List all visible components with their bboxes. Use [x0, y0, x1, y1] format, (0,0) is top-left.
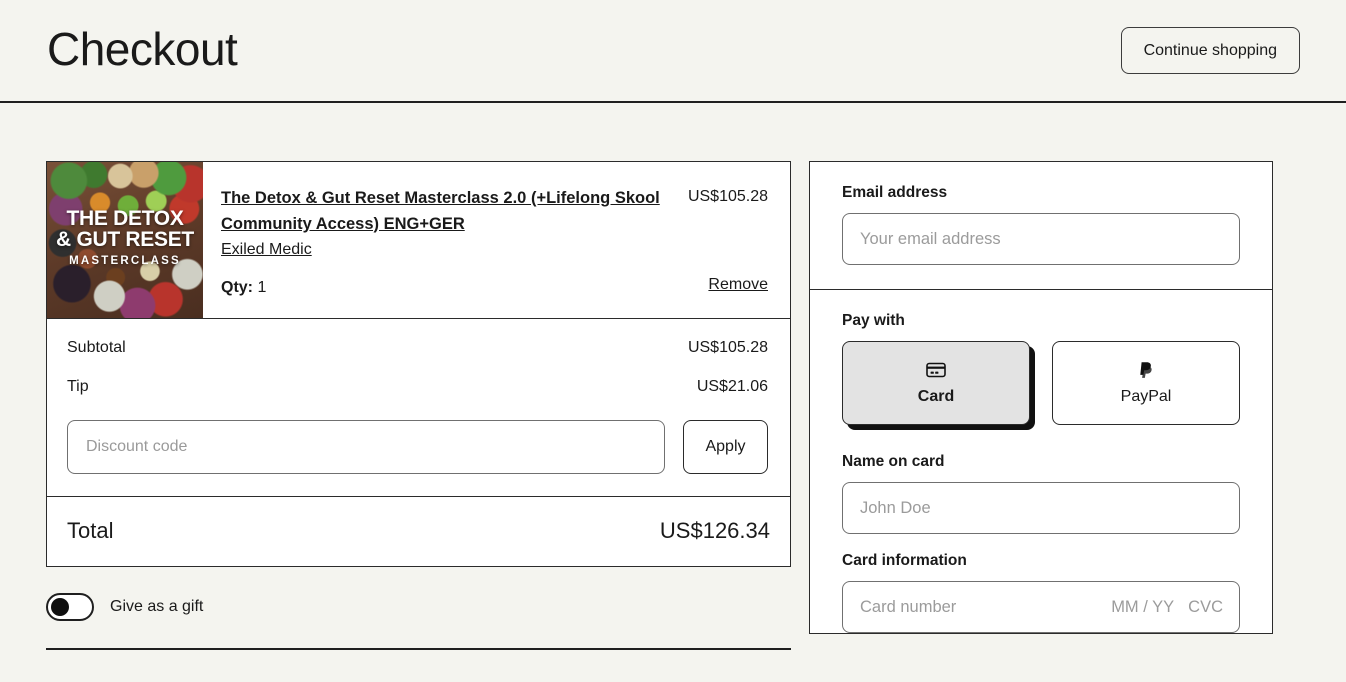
total-label: Total	[67, 518, 113, 544]
card-information-label: Card information	[842, 552, 1240, 570]
product-price: US$105.28	[688, 188, 768, 206]
email-section: Email address	[810, 162, 1272, 289]
product-thumbnail-text: THE DETOX & GUT RESET MASTERCLASS	[47, 208, 203, 268]
payment-method-paypal[interactable]: PayPal	[1052, 341, 1240, 425]
product-title-link[interactable]: The Detox & Gut Reset Masterclass 2.0 (+…	[221, 186, 661, 237]
email-input[interactable]	[842, 213, 1240, 265]
order-summary-column: THE DETOX & GUT RESET MASTERCLASS The De…	[0, 161, 791, 650]
payment-method-card-label: Card	[918, 388, 954, 406]
tip-value: US$21.06	[697, 378, 768, 396]
pay-with-label: Pay with	[842, 312, 1240, 330]
paypal-icon	[1137, 360, 1155, 380]
cart-line-item: THE DETOX & GUT RESET MASTERCLASS The De…	[47, 162, 790, 319]
checkout-main: THE DETOX & GUT RESET MASTERCLASS The De…	[0, 103, 1346, 650]
total-value: US$126.34	[660, 518, 770, 544]
give-as-gift-toggle[interactable]	[46, 593, 94, 621]
payment-method-card[interactable]: Card	[842, 341, 1030, 425]
subtotal-value: US$105.28	[688, 339, 768, 357]
quantity-value: 1	[257, 279, 266, 296]
give-as-gift-row: Give as a gift	[46, 593, 791, 621]
card-fields-section: Name on card Card information MM / YY CV…	[810, 431, 1272, 633]
order-summary-card: THE DETOX & GUT RESET MASTERCLASS The De…	[46, 161, 791, 567]
page-title: Checkout	[47, 26, 237, 76]
name-on-card-label: Name on card	[842, 453, 1240, 471]
cart-item-info: The Detox & Gut Reset Masterclass 2.0 (+…	[221, 186, 661, 318]
section-divider	[46, 648, 791, 650]
total-row: Total US$126.34	[47, 497, 790, 566]
continue-shopping-button[interactable]: Continue shopping	[1121, 27, 1300, 75]
totals-section: Subtotal US$105.28 Tip US$21.06 Apply	[47, 319, 790, 497]
payment-panel: Email address Pay with	[809, 161, 1273, 634]
thumbnail-line-3: MASTERCLASS	[47, 256, 203, 268]
thumbnail-line-1: THE DETOX	[47, 208, 203, 229]
name-on-card-group: Name on card	[842, 453, 1240, 534]
cart-item-right: US$105.28 Remove	[688, 186, 768, 318]
subtotal-row: Subtotal US$105.28	[67, 339, 768, 357]
payment-column: Email address Pay with	[791, 161, 1346, 650]
email-label: Email address	[842, 184, 1240, 202]
remove-item-link[interactable]: Remove	[688, 276, 768, 294]
apply-discount-button[interactable]: Apply	[683, 420, 768, 474]
card-information-group: Card information MM / YY CVC	[842, 552, 1240, 633]
name-on-card-input[interactable]	[842, 482, 1240, 534]
cart-item-body: The Detox & Gut Reset Masterclass 2.0 (+…	[203, 162, 790, 318]
thumbnail-line-2: & GUT RESET	[47, 229, 203, 250]
toggle-knob	[51, 598, 69, 616]
quantity-label: Qty:	[221, 279, 253, 296]
give-as-gift-label: Give as a gift	[110, 598, 203, 616]
product-thumbnail: THE DETOX & GUT RESET MASTERCLASS	[47, 162, 203, 318]
payment-method-paypal-label: PayPal	[1121, 388, 1172, 406]
product-quantity: Qty: 1	[221, 279, 661, 297]
credit-card-icon	[926, 360, 946, 380]
payment-method-list: Card PayPal	[842, 341, 1240, 425]
pay-with-section: Pay with Card	[810, 290, 1272, 431]
product-seller-link[interactable]: Exiled Medic	[221, 241, 312, 259]
discount-row: Apply	[67, 420, 768, 474]
tip-label: Tip	[67, 378, 89, 396]
page-header: Checkout Continue shopping	[0, 0, 1346, 103]
card-number-wrapper: MM / YY CVC	[842, 581, 1240, 633]
discount-code-input[interactable]	[67, 420, 665, 474]
subtotal-label: Subtotal	[67, 339, 126, 357]
card-number-input[interactable]	[842, 581, 1240, 633]
tip-row: Tip US$21.06	[67, 378, 768, 396]
